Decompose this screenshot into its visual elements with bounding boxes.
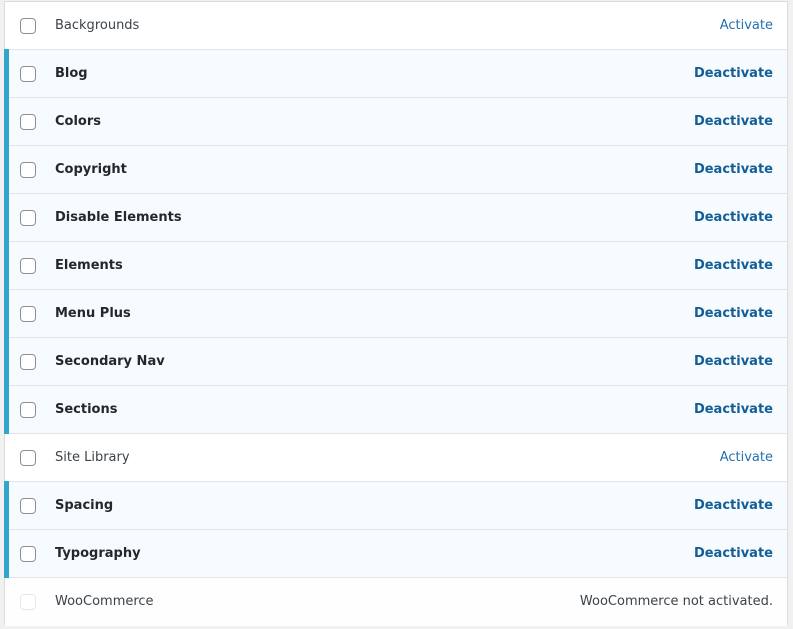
module-checkbox[interactable] [20, 258, 36, 274]
module-row-copyright: Copyright Deactivate [4, 145, 787, 194]
module-checkbox[interactable] [20, 546, 36, 562]
module-row-colors: Colors Deactivate [4, 97, 787, 146]
module-checkbox[interactable] [20, 162, 36, 178]
module-row-sections: Sections Deactivate [4, 385, 787, 434]
module-checkbox[interactable] [20, 66, 36, 82]
deactivate-link[interactable]: Deactivate [694, 530, 773, 578]
module-name: Typography [55, 546, 141, 561]
module-row-secondary-nav: Secondary Nav Deactivate [4, 337, 787, 386]
module-checkbox[interactable] [20, 210, 36, 226]
module-row-backgrounds: Backgrounds Activate [5, 2, 787, 50]
deactivate-link[interactable]: Deactivate [694, 482, 773, 530]
module-row-menu-plus: Menu Plus Deactivate [4, 289, 787, 338]
module-row-disable-elements: Disable Elements Deactivate [4, 193, 787, 242]
module-name: Menu Plus [55, 306, 131, 321]
activate-link[interactable]: Activate [720, 2, 773, 50]
module-row-blog: Blog Deactivate [4, 49, 787, 98]
deactivate-link[interactable]: Deactivate [694, 146, 773, 194]
module-name: Backgrounds [55, 18, 140, 33]
module-name: Site Library [55, 450, 130, 465]
module-name: Disable Elements [55, 210, 182, 225]
module-checkbox[interactable] [20, 450, 36, 466]
deactivate-link[interactable]: Deactivate [694, 242, 773, 290]
module-status-note: WooCommerce not activated. [579, 594, 773, 609]
module-checkbox[interactable] [20, 306, 36, 322]
deactivate-link[interactable]: Deactivate [694, 290, 773, 338]
modules-list: Backgrounds Activate Blog Deactivate Col… [4, 1, 788, 626]
deactivate-link[interactable]: Deactivate [694, 50, 773, 98]
module-name: Secondary Nav [55, 354, 165, 369]
deactivate-link[interactable]: Deactivate [694, 338, 773, 386]
module-row-elements: Elements Deactivate [4, 241, 787, 290]
module-name: WooCommerce [55, 594, 154, 609]
module-name: Copyright [55, 162, 127, 177]
module-row-typography: Typography Deactivate [4, 529, 787, 578]
module-row-site-library: Site Library Activate [5, 434, 787, 482]
module-name: Colors [55, 114, 102, 129]
module-checkbox[interactable] [20, 18, 36, 34]
module-row-spacing: Spacing Deactivate [4, 481, 787, 530]
module-name: Blog [55, 66, 88, 81]
activate-link[interactable]: Activate [720, 434, 773, 482]
module-checkbox[interactable] [20, 498, 36, 514]
deactivate-link[interactable]: Deactivate [694, 194, 773, 242]
module-name: Spacing [55, 498, 114, 513]
module-name: Elements [55, 258, 123, 273]
module-checkbox[interactable] [20, 114, 36, 130]
module-checkbox[interactable] [20, 354, 36, 370]
module-checkbox-disabled [20, 594, 36, 610]
deactivate-link[interactable]: Deactivate [694, 98, 773, 146]
module-name: Sections [55, 402, 118, 417]
module-row-woocommerce: WooCommerce WooCommerce not activated. [5, 578, 787, 626]
module-checkbox[interactable] [20, 402, 36, 418]
deactivate-link[interactable]: Deactivate [694, 386, 773, 434]
